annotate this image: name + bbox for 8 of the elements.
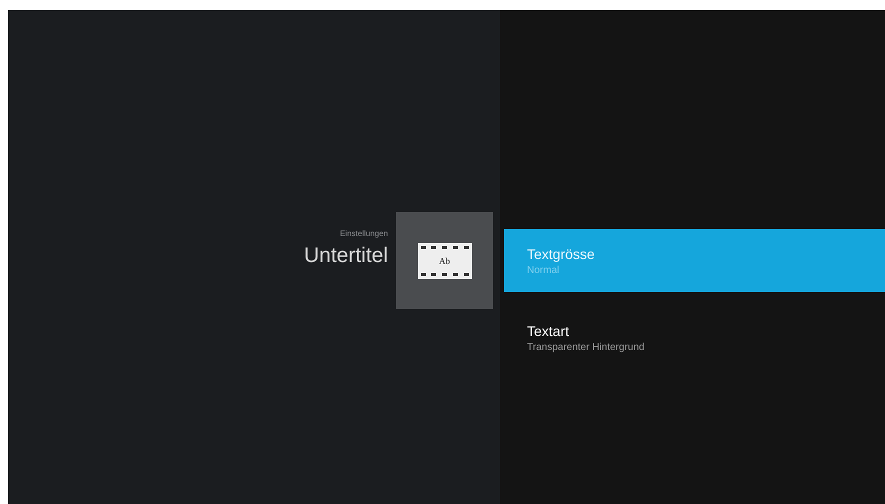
- breadcrumb: Einstellungen: [340, 228, 388, 240]
- item-subtitle: Transparenter Hintergrund: [527, 340, 646, 354]
- page-title: Untertitel: [304, 243, 388, 269]
- item-title: Textart: [527, 322, 570, 340]
- item-subtitle: Normal: [527, 264, 560, 278]
- menu-item[interactable]: Textart Transparenter Hintergrund: [504, 306, 885, 369]
- icon-label: Ab: [438, 256, 451, 266]
- item-title: Textgrösse: [527, 244, 596, 264]
